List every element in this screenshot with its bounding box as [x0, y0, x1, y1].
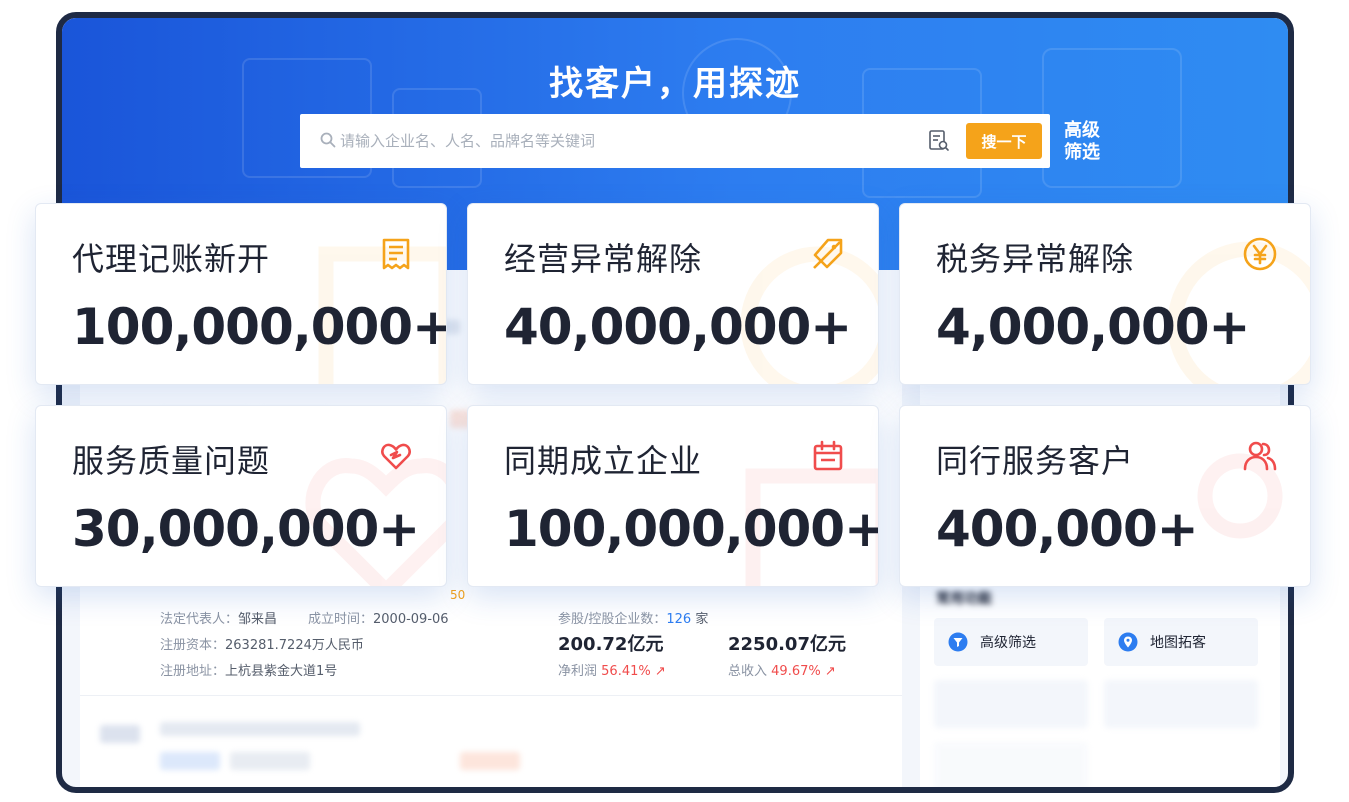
registered-capital: 注册资本：263281.7224万人民币 [160, 638, 364, 653]
map-prospect-button[interactable]: 地图拓客 [1104, 618, 1258, 666]
stat-value: 100,000,000+ [72, 298, 447, 356]
advanced-filter-link[interactable]: 高级筛选 [1064, 120, 1108, 164]
advanced-filter-label: 高级筛选 [980, 635, 1036, 651]
holdings-count: 参股/控股企业数：126 家 [558, 612, 709, 627]
users-icon [1243, 441, 1277, 471]
revenue-value: 2250.07亿元 [728, 634, 846, 655]
device-frame: 找客户，用探迹 搜一下 高级筛选 [56, 12, 1294, 793]
blurred-button [1104, 680, 1258, 728]
blurred-logo [100, 725, 140, 743]
stat-card[interactable]: 同期成立企业 100,000,000+ [467, 405, 879, 587]
blurred-button [934, 680, 1088, 728]
search-bar: 搜一下 [300, 114, 1050, 168]
trend-up-icon: ↗ [654, 664, 666, 679]
side-heading: 常用功能 [936, 591, 992, 607]
blurred-tag [230, 752, 310, 770]
stat-card[interactable]: 经营异常解除 40,000,000+ [467, 203, 879, 385]
broken-heart-icon [381, 443, 411, 470]
stat-label: 同期成立企业 [504, 442, 703, 480]
trend-up-icon: ↗ [824, 664, 836, 679]
stat-value: 100,000,000+ [504, 500, 879, 558]
legal-rep: 法定代表人：邹来昌 [160, 612, 278, 627]
receipt-icon [382, 238, 410, 270]
stat-label: 同行服务客户 [936, 442, 1135, 480]
map-prospect-label: 地图拓客 [1150, 635, 1206, 651]
blurred-tag [460, 752, 520, 770]
founded-date: 成立时间：2000-09-06 [308, 612, 449, 627]
stat-value: 4,000,000+ [936, 298, 1250, 356]
stat-label: 代理记账新开 [72, 240, 271, 278]
stat-card[interactable]: 服务质量问题 30,000,000+ [35, 405, 447, 587]
calendar-icon [813, 440, 843, 471]
net-profit-value: 200.72亿元 [558, 634, 664, 655]
document-search-icon[interactable] [928, 129, 950, 153]
blurred-tag [160, 752, 220, 770]
map-pin-icon [1118, 632, 1138, 652]
revenue-label: 总收入 49.67% ↗ [728, 664, 836, 679]
blurred-text [160, 722, 360, 736]
filter-icon [948, 632, 968, 652]
company-badge: 50 [450, 588, 466, 602]
tag-slash-icon [813, 238, 843, 269]
blurred-button [934, 742, 1088, 787]
stat-card[interactable]: 代理记账新开 100,000,000+ [35, 203, 447, 385]
divider [80, 695, 902, 696]
net-profit-label: 净利润 56.41% ↗ [558, 664, 666, 679]
advanced-filter-button[interactable]: 高级筛选 [934, 618, 1088, 666]
stat-label: 经营异常解除 [504, 240, 703, 278]
yen-icon [1243, 237, 1277, 271]
registered-address: 注册地址：上杭县紫金大道1号 [160, 664, 338, 679]
search-button[interactable]: 搜一下 [966, 123, 1042, 159]
stat-label: 税务异常解除 [936, 240, 1135, 278]
stat-value: 30,000,000+ [72, 500, 420, 558]
search-icon [320, 132, 336, 148]
stat-value: 400,000+ [936, 500, 1199, 558]
stat-card[interactable]: 同行服务客户 400,000+ [899, 405, 1311, 587]
hero-title: 找客户，用探迹 [549, 64, 801, 104]
stat-value: 40,000,000+ [504, 298, 852, 356]
stat-card[interactable]: 税务异常解除 4,000,000+ [899, 203, 1311, 385]
page: 找客户，用探迹 搜一下 高级筛选 [0, 0, 1349, 802]
search-input[interactable] [340, 123, 900, 159]
stat-label: 服务质量问题 [72, 442, 271, 480]
